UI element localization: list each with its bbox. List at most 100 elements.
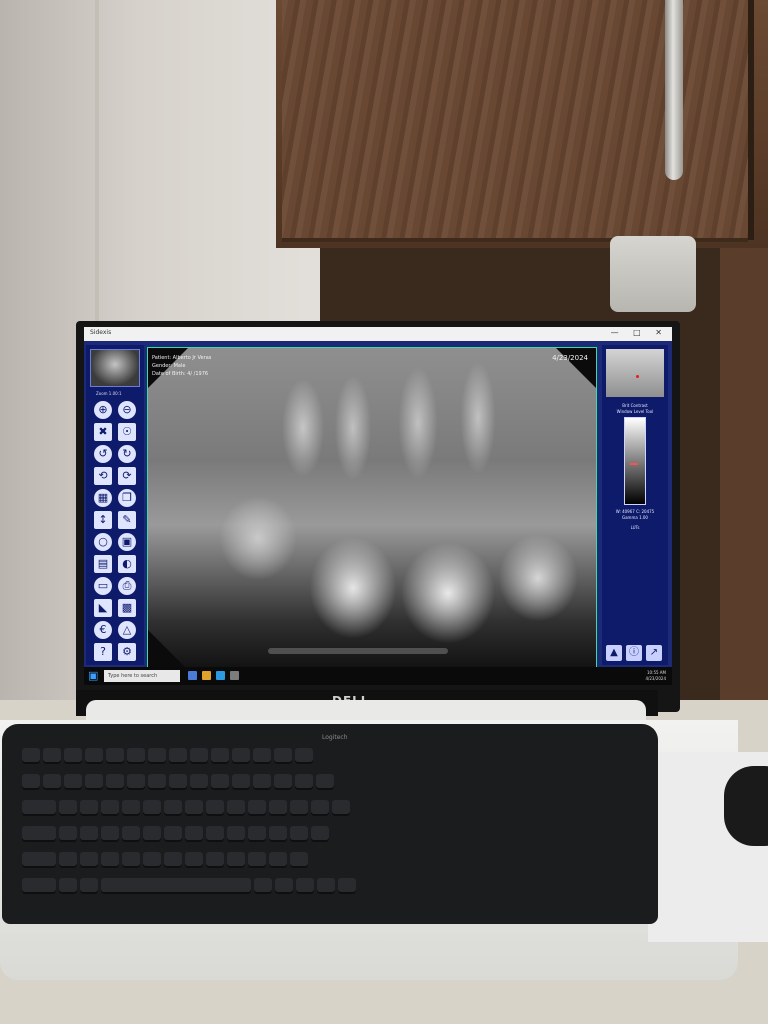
help-icon[interactable]: ? bbox=[94, 643, 112, 661]
keyboard-key[interactable] bbox=[232, 748, 250, 764]
keyboard-key[interactable] bbox=[190, 748, 208, 764]
keyboard-key[interactable] bbox=[64, 774, 82, 790]
keyboard-key[interactable] bbox=[143, 800, 161, 816]
keyboard-key[interactable] bbox=[127, 774, 145, 790]
keyboard-key[interactable] bbox=[248, 852, 266, 868]
settings-icon[interactable]: ⚙ bbox=[118, 643, 136, 661]
keyboard-key[interactable] bbox=[164, 852, 182, 868]
keyboard-key[interactable] bbox=[311, 826, 329, 842]
keyboard-key[interactable] bbox=[106, 748, 124, 764]
undo-icon[interactable]: ⟲ bbox=[94, 467, 112, 485]
keyboard-key[interactable] bbox=[211, 748, 229, 764]
keyboard-key[interactable] bbox=[80, 852, 98, 868]
keyboard-key[interactable] bbox=[317, 878, 335, 894]
keyboard-key[interactable] bbox=[269, 826, 287, 842]
grid-icon[interactable]: ▦ bbox=[94, 489, 112, 507]
keyboard-key[interactable] bbox=[248, 826, 266, 842]
keyboard-key[interactable] bbox=[59, 826, 77, 842]
keyboard-key[interactable] bbox=[122, 852, 140, 868]
rotate-left-icon[interactable]: ↺ bbox=[94, 445, 112, 463]
keyboard-key[interactable] bbox=[148, 748, 166, 764]
keyboard-key[interactable] bbox=[296, 878, 314, 894]
keyboard-key[interactable] bbox=[22, 774, 40, 790]
keyboard-key[interactable] bbox=[295, 774, 313, 790]
keyboard-key[interactable] bbox=[101, 878, 251, 894]
keyboard-key[interactable] bbox=[22, 878, 56, 894]
keyboard-key[interactable] bbox=[338, 878, 356, 894]
ruler-icon[interactable]: ↕ bbox=[94, 511, 112, 529]
keyboard-key[interactable] bbox=[169, 774, 187, 790]
keyboard-key[interactable] bbox=[269, 800, 287, 816]
keyboard-key[interactable] bbox=[143, 826, 161, 842]
image-icon[interactable]: ▭ bbox=[94, 577, 112, 595]
keyboard-key[interactable] bbox=[227, 826, 245, 842]
taskbar-app2-icon[interactable] bbox=[230, 671, 239, 680]
window-controls[interactable]: — □ ✕ bbox=[611, 328, 668, 337]
crop-icon[interactable]: ▣ bbox=[118, 533, 136, 551]
keyboard-key[interactable] bbox=[169, 748, 187, 764]
pencil-icon[interactable]: ✎ bbox=[118, 511, 136, 529]
keyboard-key[interactable] bbox=[22, 800, 56, 816]
taskbar-search[interactable]: Type here to search bbox=[104, 670, 180, 682]
keyboard-key[interactable] bbox=[80, 878, 98, 894]
fit-icon[interactable]: ✖ bbox=[94, 423, 112, 441]
keyboard-key[interactable] bbox=[164, 800, 182, 816]
keyboard-key[interactable] bbox=[254, 878, 272, 894]
info-icon[interactable]: ⓘ bbox=[626, 645, 642, 661]
keyboard-key[interactable] bbox=[127, 748, 145, 764]
keyboard-key[interactable] bbox=[101, 826, 119, 842]
keyboard-key[interactable] bbox=[101, 800, 119, 816]
keyboard-key[interactable] bbox=[185, 826, 203, 842]
taskbar-folder-icon[interactable] bbox=[202, 671, 211, 680]
keyboard-key[interactable] bbox=[185, 800, 203, 816]
window-level-marker[interactable] bbox=[630, 463, 638, 465]
keyboard-key[interactable] bbox=[122, 826, 140, 842]
contrast-icon[interactable]: ◐ bbox=[118, 555, 136, 573]
keyboard-key[interactable] bbox=[311, 800, 329, 816]
print-icon[interactable]: ⎙ bbox=[118, 577, 136, 595]
magnify-icon[interactable]: ○ bbox=[94, 533, 112, 551]
euro-icon[interactable]: € bbox=[94, 621, 112, 639]
keyboard-key[interactable] bbox=[64, 748, 82, 764]
keyboard-key[interactable] bbox=[227, 852, 245, 868]
export-icon[interactable]: ↗ bbox=[646, 645, 662, 661]
keyboard-key[interactable] bbox=[22, 748, 40, 764]
keyboard-key[interactable] bbox=[22, 826, 56, 842]
keyboard-key[interactable] bbox=[59, 800, 77, 816]
keyboard-key[interactable] bbox=[211, 774, 229, 790]
keyboard-key[interactable] bbox=[22, 852, 56, 868]
keyboard-key[interactable] bbox=[143, 852, 161, 868]
keyboard-key[interactable] bbox=[232, 774, 250, 790]
keyboard-key[interactable] bbox=[206, 826, 224, 842]
keyboard-key[interactable] bbox=[274, 774, 292, 790]
keyboard-key[interactable] bbox=[85, 748, 103, 764]
navigator-preview[interactable] bbox=[606, 349, 664, 397]
keyboard-key[interactable] bbox=[290, 826, 308, 842]
rotate-right-icon[interactable]: ↻ bbox=[118, 445, 136, 463]
mouse[interactable] bbox=[724, 766, 768, 846]
keyboard-key[interactable] bbox=[59, 852, 77, 868]
keyboard-key[interactable] bbox=[295, 748, 313, 764]
mountain-icon[interactable]: ▲ bbox=[606, 645, 622, 661]
keyboard-key[interactable] bbox=[80, 826, 98, 842]
keyboard-key[interactable] bbox=[275, 878, 293, 894]
color-map-icon[interactable]: ▩ bbox=[118, 599, 136, 617]
keyboard-key[interactable] bbox=[43, 748, 61, 764]
keyboard-key[interactable] bbox=[164, 826, 182, 842]
keyboard[interactable] bbox=[2, 724, 658, 924]
keyboard-key[interactable] bbox=[148, 774, 166, 790]
taskbar-browser-icon[interactable] bbox=[216, 671, 225, 680]
taskbar-app-icon[interactable] bbox=[188, 671, 197, 680]
keyboard-key[interactable] bbox=[190, 774, 208, 790]
keyboard-key[interactable] bbox=[106, 774, 124, 790]
redo-icon[interactable]: ⟳ bbox=[118, 467, 136, 485]
keyboard-key[interactable] bbox=[185, 852, 203, 868]
angle-icon[interactable]: △ bbox=[118, 621, 136, 639]
keyboard-key[interactable] bbox=[122, 800, 140, 816]
keyboard-key[interactable] bbox=[253, 774, 271, 790]
zoom-in-icon[interactable]: ⊕ bbox=[94, 401, 112, 419]
xray-viewport[interactable]: Patient: Alberto Jr Veras Gender: Male D… bbox=[147, 347, 597, 671]
keyboard-key[interactable] bbox=[290, 800, 308, 816]
keyboard-key[interactable] bbox=[80, 800, 98, 816]
keyboard-key[interactable] bbox=[290, 852, 308, 868]
